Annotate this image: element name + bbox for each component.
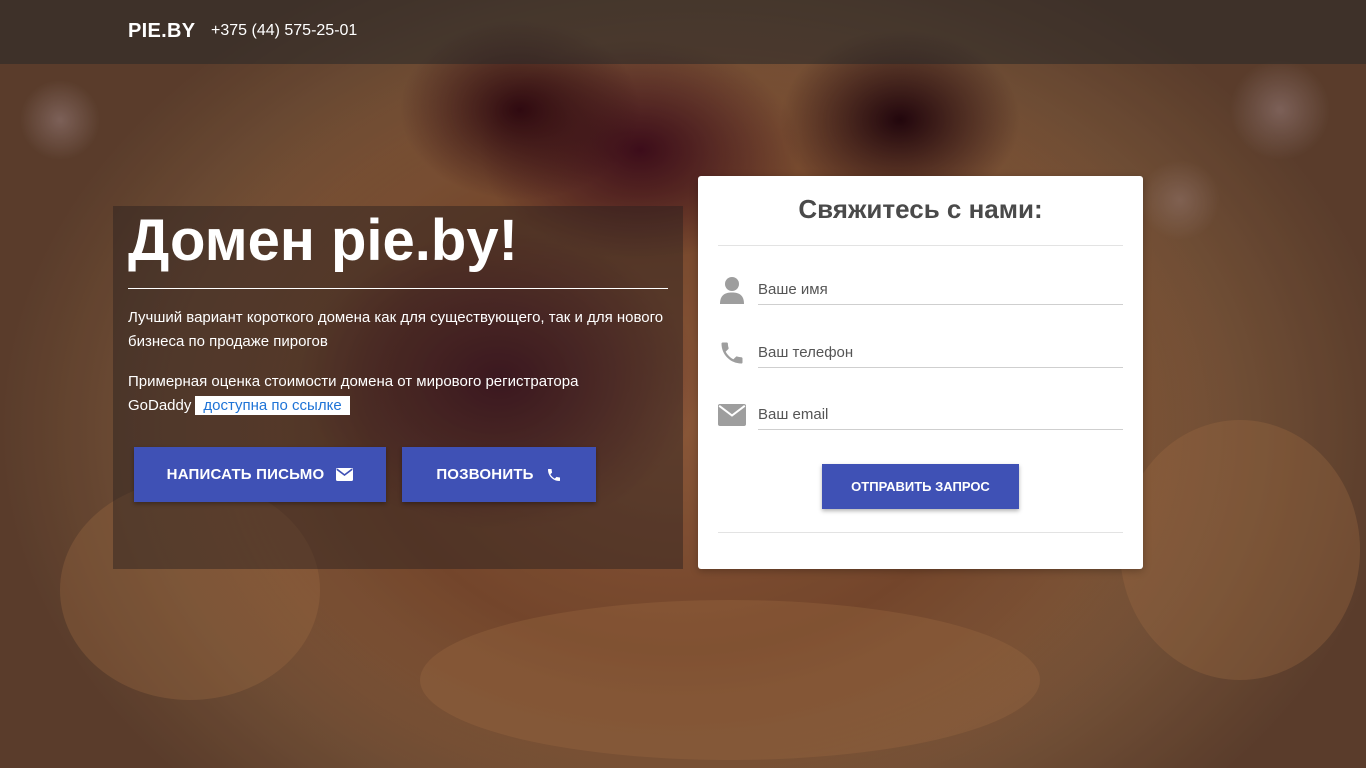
estimate-link[interactable]: доступна по ссылке [195, 396, 350, 415]
name-input[interactable] [758, 274, 1123, 305]
call-label: ПОЗВОНИТЬ [436, 466, 534, 483]
hero-title: Домен pie.by! [128, 208, 518, 273]
envelope-icon [336, 468, 354, 481]
form-bottom-divider [718, 532, 1123, 533]
contact-form-title: Свяжитесь с нами: [798, 194, 1043, 224]
phone-field-row [718, 333, 1123, 373]
brand-logo[interactable]: PIE.BY [128, 20, 195, 43]
user-icon [718, 276, 746, 304]
envelope-icon [718, 401, 746, 429]
hero-description: Лучший вариант короткого домена как для … [128, 309, 664, 350]
phone-icon [546, 467, 562, 483]
name-field-row [718, 270, 1123, 310]
hero-estimate: Примерная оценка стоимости домена от мир… [128, 370, 673, 418]
phone-input[interactable] [758, 337, 1123, 368]
write-letter-button[interactable]: НАПИСАТЬ ПИСЬМО [134, 447, 386, 502]
write-letter-label: НАПИСАТЬ ПИСЬМО [166, 466, 325, 483]
top-navbar: PIE.BY +375 (44) 575-25-01 [0, 0, 1366, 64]
email-input[interactable] [758, 399, 1123, 430]
phone-icon [718, 339, 746, 367]
submit-request-button[interactable]: ОТПРАВИТЬ ЗАПРОС [822, 464, 1019, 509]
hero-divider [128, 288, 668, 289]
form-top-divider [718, 245, 1123, 246]
contact-form-card: Свяжитесь с нами: ОТПРАВИТЬ ЗАПРОС [698, 176, 1143, 569]
email-field-row [718, 395, 1123, 435]
call-button[interactable]: ПОЗВОНИТЬ [402, 447, 596, 502]
header-phone-link[interactable]: +375 (44) 575-25-01 [211, 22, 357, 40]
